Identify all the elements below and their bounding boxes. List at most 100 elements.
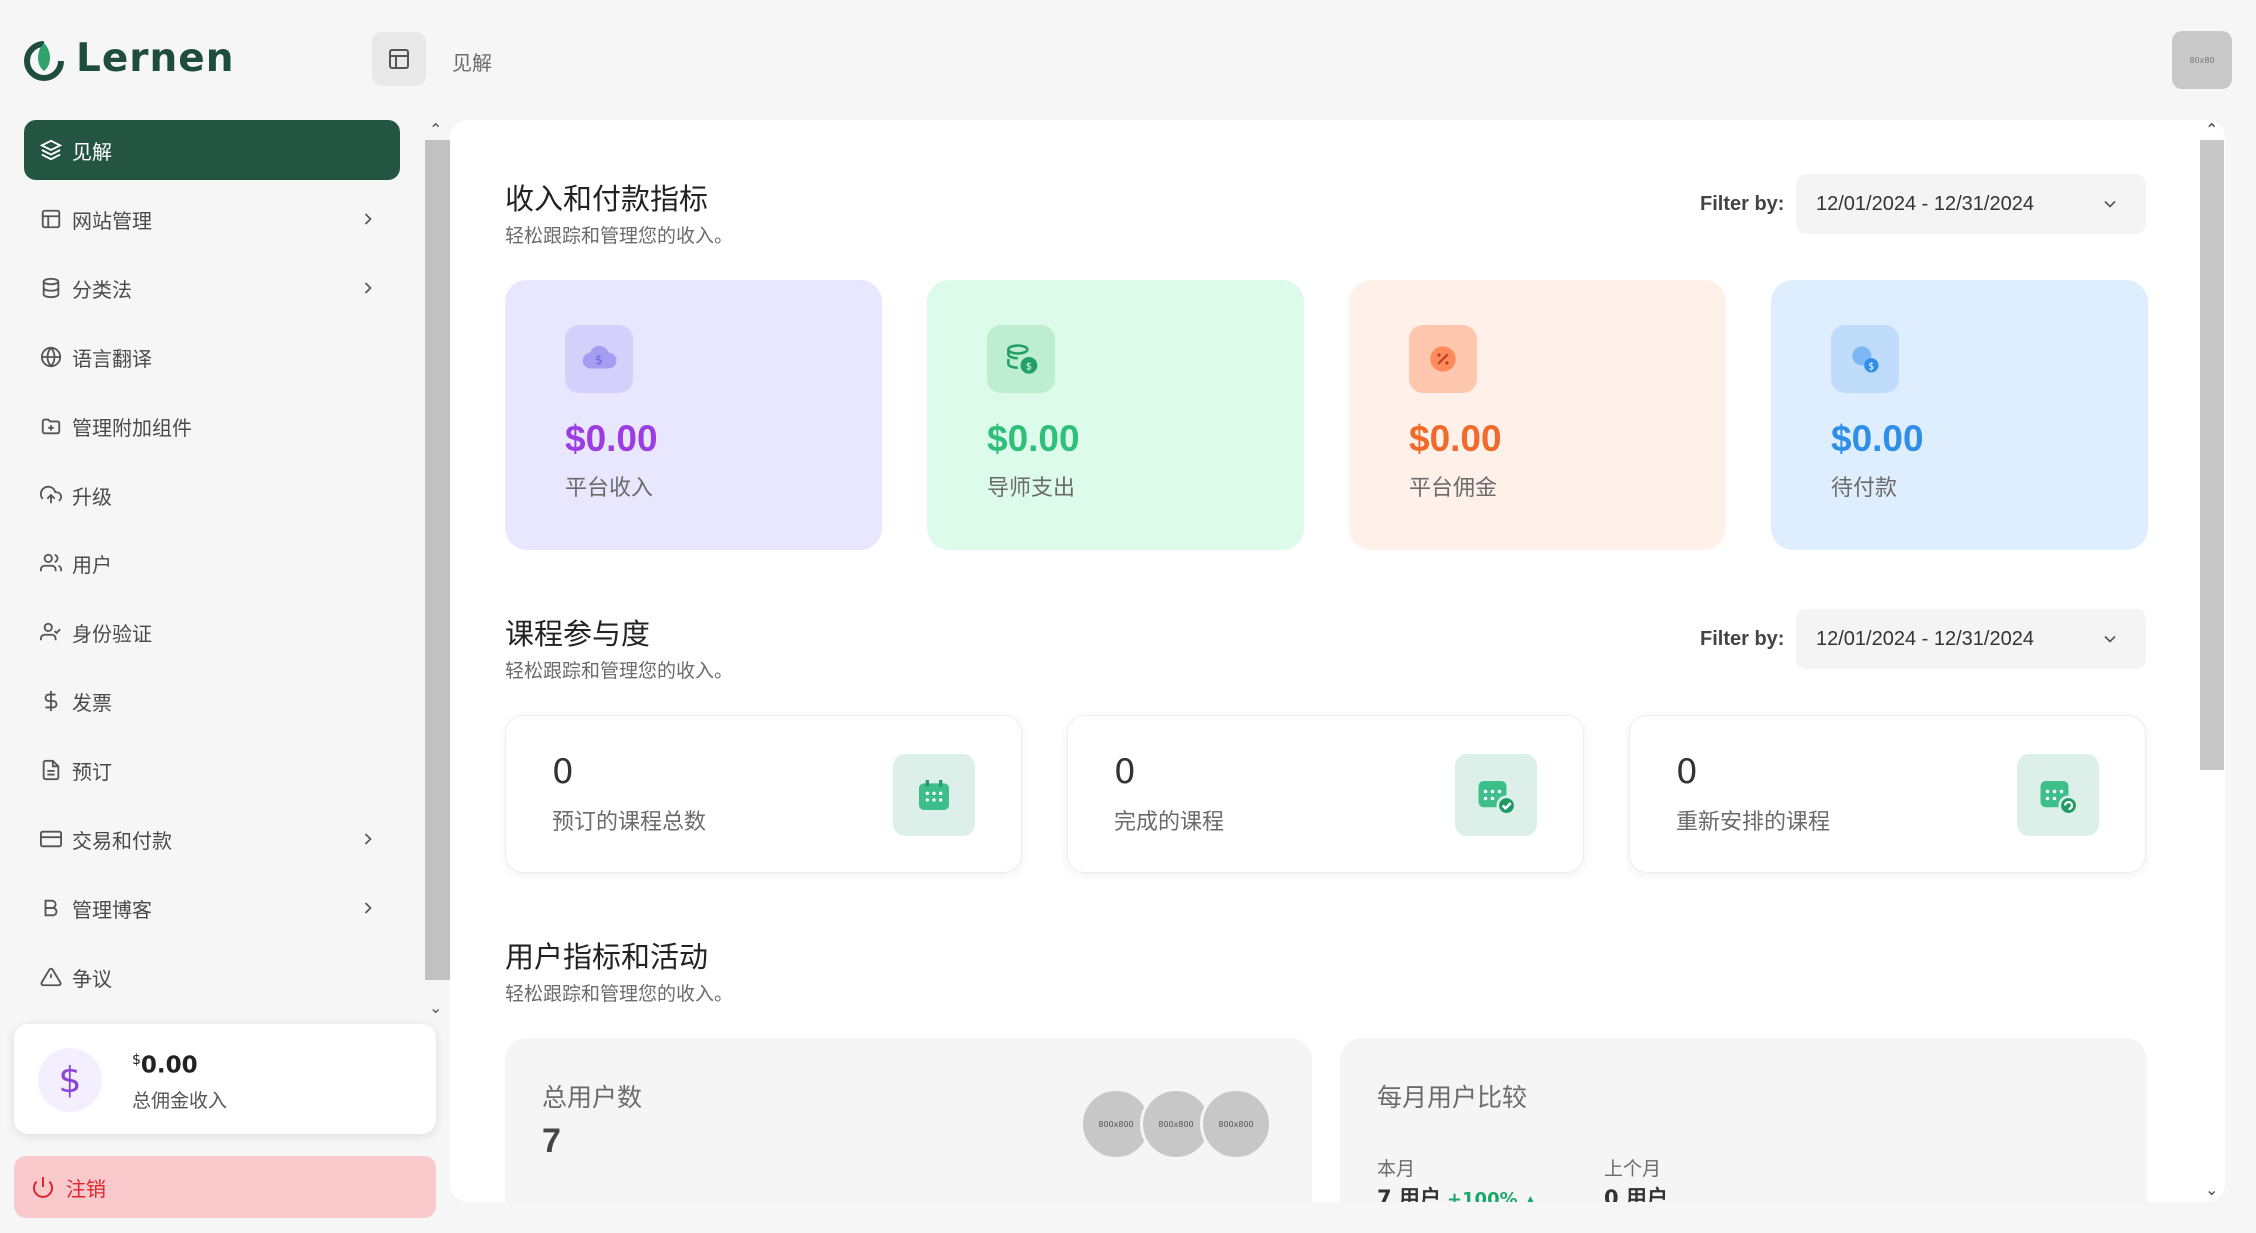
completed-sessions-card: 0 完成的课程: [1067, 715, 1584, 873]
user-check-icon: [38, 619, 64, 645]
money-stack-icon: $: [987, 325, 1055, 393]
sidebar-item-label: 语言翻译: [72, 346, 152, 371]
engagement-filter-label: Filter by:: [1700, 628, 1785, 650]
warning-icon: [38, 964, 64, 990]
rescheduled-label: 重新安排的课程: [1676, 810, 1831, 835]
users-icon: [38, 550, 64, 576]
sidebar-item-label: 网站管理: [72, 208, 152, 233]
sidebar-item-upgrade[interactable]: 升级: [24, 465, 400, 525]
revenue-section-title: 收入和付款指标: [505, 182, 709, 216]
sidebar-item-insights[interactable]: 见解: [24, 120, 400, 180]
earnings-amount: $0.00: [132, 1052, 198, 1079]
brand-name: Lernen: [76, 36, 235, 81]
platform-commission-value: $0.00: [1409, 418, 1502, 459]
revenue-filter-label: Filter by:: [1700, 193, 1785, 215]
this-month-label: 本月: [1377, 1158, 1416, 1180]
sidebar-item-disputes[interactable]: 争议: [24, 947, 400, 1007]
total-users-title: 总用户数: [542, 1083, 643, 1112]
sidebar-item-addons[interactable]: 管理附加组件: [24, 396, 400, 456]
sidebar-item-transactions[interactable]: 交易和付款: [24, 809, 400, 869]
chevron-right-icon: [364, 902, 372, 914]
chevron-down-icon: [2104, 200, 2116, 208]
breadcrumb: 见解: [452, 51, 492, 75]
monthly-comparison-title: 每月用户比较: [1377, 1083, 1528, 1112]
sidebar-item-label: 分类法: [72, 277, 132, 302]
sidebar-item-verification[interactable]: 身份验证: [24, 602, 400, 662]
folder-plus-icon: [38, 413, 64, 439]
sidebar-item-label: 见解: [72, 139, 112, 164]
platform-commission-card: $0.00 平台佣金: [1349, 280, 1726, 550]
scroll-up-icon[interactable]: ⌃: [429, 120, 442, 139]
dollar-icon: $: [38, 1048, 102, 1112]
user-avatar[interactable]: 80x80: [2172, 31, 2232, 89]
total-users-card: 总用户数 7 800x800 800x800 800x800: [505, 1038, 1312, 1202]
sidebar-item-invoices[interactable]: 发票: [24, 671, 400, 731]
cloud-dollar-icon: $: [565, 325, 633, 393]
logo-mark-icon: [24, 40, 64, 81]
globe-icon: [38, 344, 64, 370]
main-content: 收入和付款指标 轻松跟踪和管理您的收入。 Filter by: 12/01/20…: [450, 120, 2225, 1202]
total-users-value: 7: [542, 1122, 561, 1160]
logout-button[interactable]: 注销: [14, 1156, 436, 1218]
sidebar-toggle-button[interactable]: [372, 32, 426, 86]
total-booked-sessions-card: 0 预订的课程总数: [505, 715, 1022, 873]
cloud-upload-icon: [38, 482, 64, 508]
pending-payment-card: $ $0.00 待付款: [1771, 280, 2148, 550]
completed-label: 完成的课程: [1114, 810, 1225, 835]
engagement-date-filter[interactable]: 12/01/2024 - 12/31/2024: [1796, 609, 2146, 669]
layout-panel-icon: [389, 49, 409, 69]
revenue-date-filter[interactable]: 12/01/2024 - 12/31/2024: [1796, 174, 2146, 234]
scroll-down-icon[interactable]: ⌄: [2205, 1180, 2218, 1199]
chevron-right-icon: [364, 833, 372, 845]
sidebar-item-label: 用户: [72, 552, 112, 577]
commission-earnings-card: $ $0.00 总佣金收入: [14, 1024, 436, 1134]
rescheduled-value: 0: [1676, 752, 1698, 792]
tutor-payout-label: 导师支出: [987, 476, 1076, 501]
svg-text:$: $: [1026, 361, 1032, 372]
sidebar-item-label: 预订: [72, 759, 112, 784]
calendar-reschedule-icon: [2017, 754, 2099, 836]
sidebar-item-label: 发票: [72, 690, 112, 715]
sidebar-item-label: 争议: [72, 966, 112, 991]
sidebar-item-users[interactable]: 用户: [24, 533, 400, 593]
revenue-date-value: 12/01/2024 - 12/31/2024: [1816, 192, 2034, 215]
last-month-value: 0 用户: [1604, 1186, 1668, 1202]
users-section-title: 用户指标和活动: [505, 940, 709, 974]
layout-icon: [38, 206, 64, 232]
platform-commission-label: 平台佣金: [1409, 476, 1498, 501]
completed-value: 0: [1114, 752, 1136, 792]
sidebar-item-site-management[interactable]: 网站管理: [24, 189, 400, 249]
scroll-up-icon[interactable]: ⌃: [2205, 120, 2218, 139]
layers-icon: [38, 137, 64, 163]
last-month-label: 上个月: [1604, 1158, 1662, 1180]
power-icon: [30, 1174, 56, 1200]
database-icon: [38, 275, 64, 301]
tutor-payout-value: $0.00: [987, 418, 1080, 459]
rescheduled-sessions-card: 0 重新安排的课程: [1629, 715, 2146, 873]
sidebar-item-bookings[interactable]: 预订: [24, 740, 400, 800]
sidebar-item-label: 管理附加组件: [72, 415, 192, 440]
sidebar-item-translation[interactable]: 语言翻译: [24, 327, 400, 387]
sidebar-item-label: 身份验证: [72, 621, 152, 646]
pending-payment-label: 待付款: [1831, 476, 1898, 501]
revenue-section-subtitle: 轻松跟踪和管理您的收入。: [505, 225, 734, 247]
brand-logo[interactable]: Lernen: [22, 36, 235, 81]
growth-percent: +100%: [1446, 1189, 1518, 1202]
sidebar-item-label: 管理博客: [72, 897, 152, 922]
platform-revenue-value: $0.00: [565, 418, 658, 459]
users-section-subtitle: 轻松跟踪和管理您的收入。: [505, 983, 734, 1005]
svg-text:$: $: [595, 352, 603, 367]
chevron-right-icon: [364, 213, 372, 225]
chevron-right-icon: [364, 282, 372, 294]
engagement-section-title: 课程参与度: [505, 617, 651, 651]
sidebar-item-blog[interactable]: 管理博客: [24, 878, 400, 938]
this-month-value: 7 用户 +100% ▲: [1377, 1182, 1536, 1202]
sidebar-scrollbar[interactable]: [425, 140, 450, 980]
scroll-down-icon[interactable]: ⌄: [429, 998, 442, 1017]
logout-label: 注销: [66, 1176, 106, 1201]
sidebar-item-taxonomy[interactable]: 分类法: [24, 258, 400, 318]
main-scrollbar[interactable]: [2200, 140, 2224, 770]
total-booked-label: 预订的课程总数: [552, 810, 707, 835]
platform-revenue-label: 平台收入: [565, 476, 654, 501]
total-booked-value: 0: [552, 752, 574, 792]
